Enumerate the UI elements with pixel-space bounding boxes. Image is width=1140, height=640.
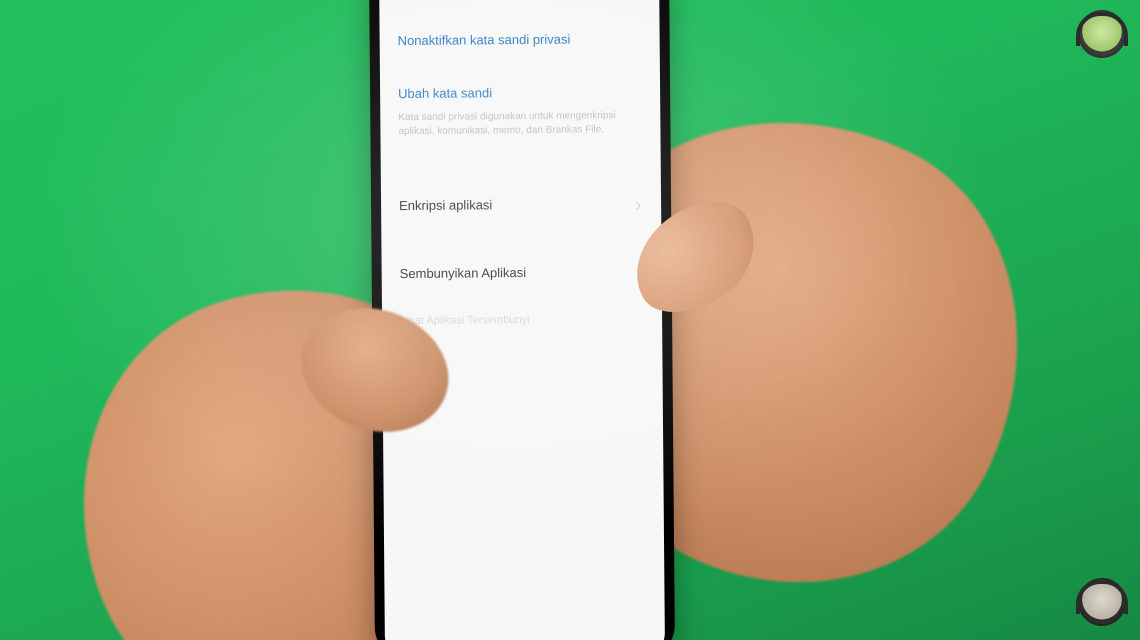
video-frame: Privasi dan enkripsi aplikasi Nonaktifka… [0,0,1140,640]
channel-avatar-top [1078,10,1126,58]
app-encryption-label: Enkripsi aplikasi [399,197,492,213]
channel-avatar-bottom [1078,578,1126,626]
right-thumb [615,184,775,331]
left-hand-finger [284,288,466,452]
phone-screen: Privasi dan enkripsi aplikasi Nonaktifka… [379,0,665,640]
settings-header: Privasi dan enkripsi aplikasi [379,0,659,15]
app-encryption-row[interactable]: Enkripsi aplikasi [399,175,643,233]
hide-apps-label: Sembunyikan Aplikasi [400,264,527,280]
chevron-right-icon [633,198,643,208]
change-password-link[interactable]: Ubah kata sandi [398,84,642,105]
disable-privacy-password-link[interactable]: Nonaktifkan kata sandi privasi [397,13,641,52]
left-hand [25,235,554,640]
hide-apps-row[interactable]: Sembunyikan Aplikasi [399,243,643,301]
phone-device: Privasi dan enkripsi aplikasi Nonaktifka… [369,0,675,640]
settings-content: Nonaktifkan kata sandi privasi Ubah kata… [379,13,662,327]
right-hand [484,44,1095,640]
password-description: Kata sandi privasi digunakan untuk menge… [398,103,642,139]
back-button[interactable] [389,0,415,1]
view-hidden-apps-row[interactable]: Lihat Aplikasi Tersembunyi [400,299,644,327]
chevron-right-icon [634,266,644,276]
left-thumb [285,295,431,435]
